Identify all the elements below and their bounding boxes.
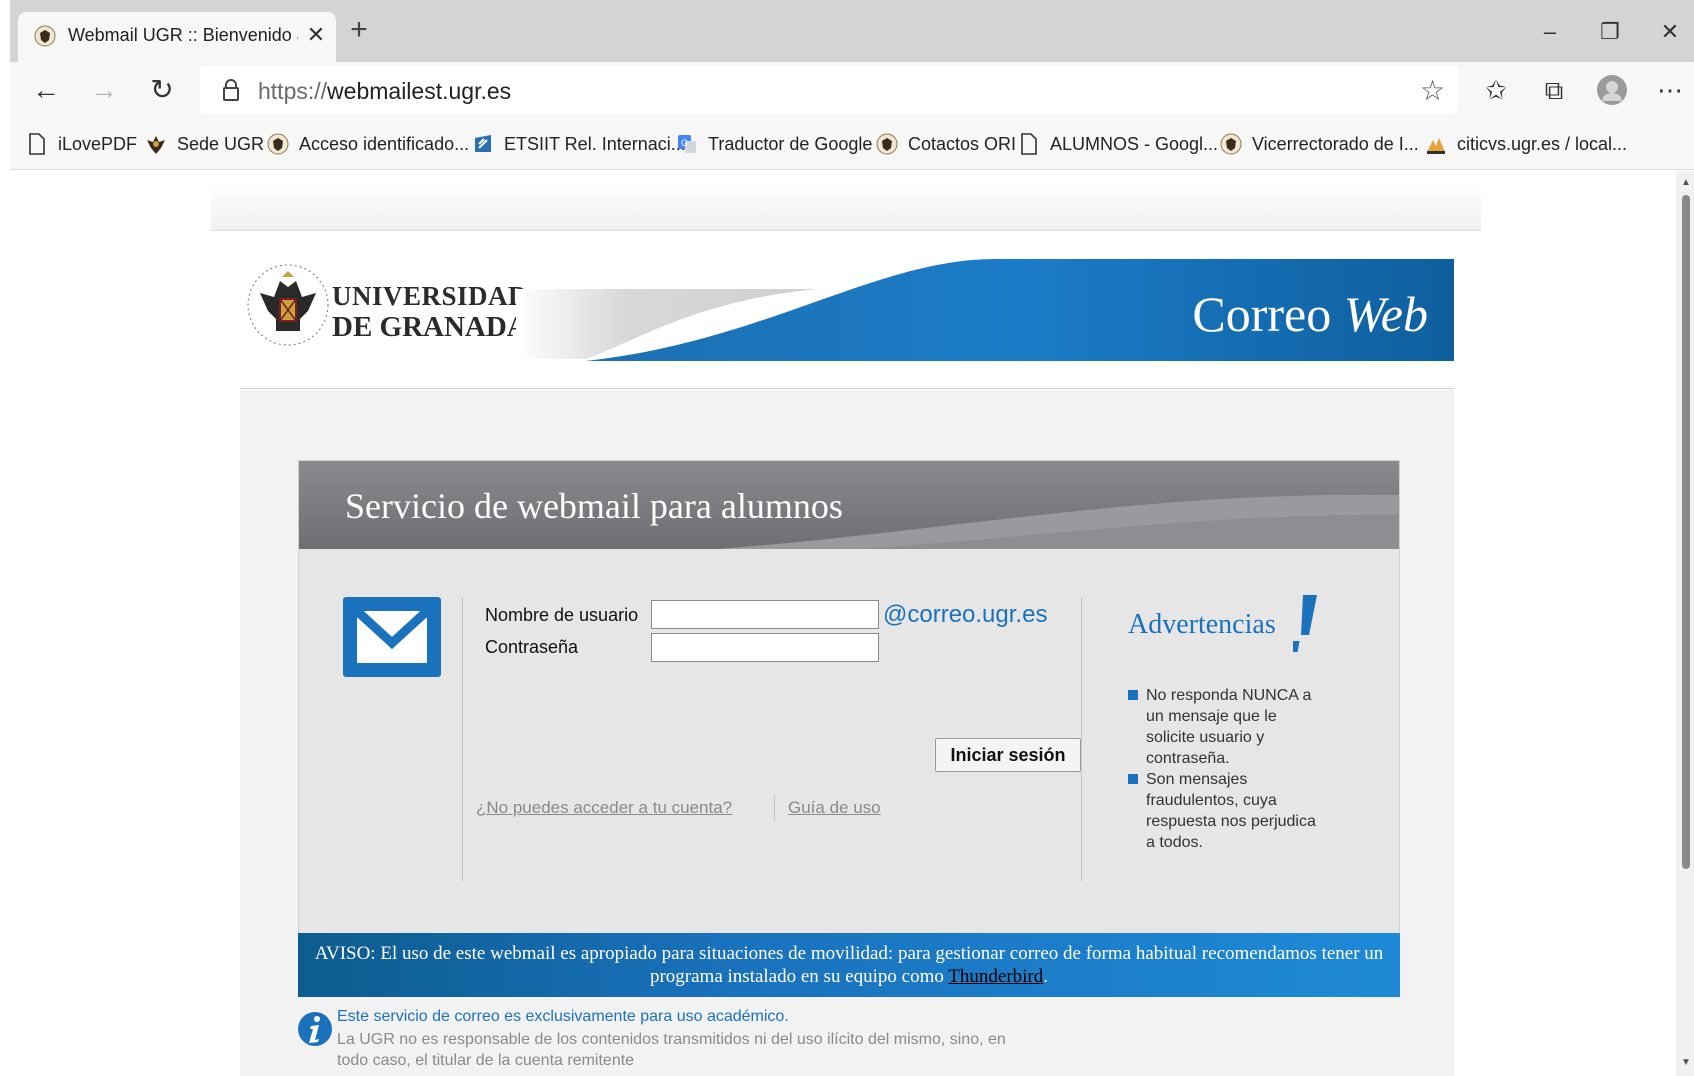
restore-icon[interactable]: ❐ <box>1590 12 1630 52</box>
bookmark-sede-ugr[interactable]: Sede UGR <box>145 129 264 159</box>
page-icon <box>1021 133 1037 155</box>
tab-title: Webmail UGR :: Bienvenido a We <box>68 25 298 45</box>
info-icon <box>298 1012 332 1046</box>
bookmark-acceso-identificado[interactable]: Acceso identificado... <box>267 129 469 159</box>
notice-banner: AVISO: El uso de este webmail es apropia… <box>298 933 1400 997</box>
info-academic-use: Este servicio de correo es exclusivament… <box>337 1008 789 1025</box>
back-icon[interactable]: ← <box>26 70 66 110</box>
link-separator <box>774 795 775 821</box>
user-guide-link[interactable]: Guía de uso <box>788 798 881 818</box>
bookmark-label: Cotactos ORI <box>908 133 1017 154</box>
bookmark-citicvs[interactable]: citicvs.ugr.es / local... <box>1425 129 1627 159</box>
scrollbar-thumb[interactable] <box>1682 195 1690 869</box>
panel-title: Servicio de webmail para alumnos <box>345 486 843 526</box>
username-label: Nombre de usuario <box>485 605 639 625</box>
bookmark-label: Traductor de Google <box>708 133 873 154</box>
svg-text:G: G <box>681 138 688 148</box>
url-scheme: https:// <box>258 78 328 104</box>
eagle-icon <box>147 136 165 154</box>
ugr-crest-logo <box>247 264 329 346</box>
bookmark-alumnos[interactable]: ALUMNOS - Googl... <box>1018 129 1218 159</box>
refresh-icon[interactable]: ↻ <box>142 70 182 110</box>
bookmark-etsiit[interactable]: ETSIIT Rel. Internaci... <box>472 129 686 159</box>
product-title-italic: Web <box>1343 286 1428 342</box>
address-bar[interactable]: https://webmailest.ugr.es ☆ <box>200 66 1458 114</box>
product-title-regular: Correo <box>1192 286 1344 342</box>
browser-tab-active[interactable]: Webmail UGR :: Bienvenido a We ✕ <box>18 12 336 62</box>
forward-icon[interactable]: → <box>84 70 124 110</box>
close-window-icon[interactable]: ✕ <box>1650 12 1690 52</box>
bookmark-label: ALUMNOS - Googl... <box>1050 133 1219 154</box>
scroll-up-icon[interactable]: ▲ <box>1681 177 1691 188</box>
notice-end: . <box>1043 966 1049 987</box>
scroll-down-icon[interactable]: ▼ <box>1681 1057 1691 1068</box>
collections-icon[interactable]: ⧉ <box>1534 70 1574 110</box>
vertical-scrollbar[interactable]: ▲ ▼ <box>1676 171 1694 1076</box>
plus-icon[interactable]: + <box>344 15 374 46</box>
site-header: UNIVERSIDAD DE GRANADA Correo Web <box>240 231 1454 389</box>
notice-text: AVISO: El uso de este webmail es apropia… <box>314 943 1384 987</box>
page-icon <box>29 133 45 155</box>
exclamation-icon <box>1293 595 1317 652</box>
bookmark-label: Sede UGR <box>177 133 265 154</box>
bookmark-cotactos-ori[interactable]: Cotactos ORI <box>876 129 1016 159</box>
bookmark-label: iLovePDF <box>58 133 138 154</box>
university-name-line2: DE GRANADA <box>332 311 528 343</box>
google-translate-icon: G <box>678 135 696 153</box>
info-disclaimer: La UGR no es responsable de los contenid… <box>337 1031 1006 1069</box>
url-text: https://webmailest.ugr.es <box>258 78 511 105</box>
warning-item: Son mensajes fraudulentos, cuya respuest… <box>1128 769 1328 853</box>
thunderbird-link[interactable]: Thunderbird <box>948 966 1043 987</box>
etsiit-icon <box>475 135 491 152</box>
password-input[interactable] <box>651 633 879 662</box>
bookmarks-bar: iLovePDF Sede UGR Acceso identificado...… <box>10 118 1694 170</box>
lock-icon <box>223 79 239 101</box>
divider <box>462 597 463 881</box>
favorite-star-icon[interactable]: ☆ <box>1420 74 1445 107</box>
cannot-access-account-link[interactable]: ¿No puedes acceder a tu cuenta? <box>476 798 732 818</box>
bookmark-vicerrectorado[interactable]: Vicerrectorado de I... <box>1220 129 1419 159</box>
bookmark-label: Vicerrectorado de I... <box>1252 133 1419 154</box>
bookmark-traductor[interactable]: G Traductor de Google <box>676 129 872 159</box>
bookmark-label: citicvs.ugr.es / local... <box>1457 133 1628 154</box>
page-viewport: UNIVERSIDAD DE GRANADA Correo Web Servic… <box>10 171 1682 1076</box>
warnings-list: No responda NUNCA a un mensaje que le so… <box>1128 685 1328 853</box>
university-name-line1: UNIVERSIDAD <box>332 281 529 311</box>
bookmark-label: ETSIIT Rel. Internaci... <box>504 133 686 154</box>
domain-suffix: @correo.ugr.es <box>883 601 1048 628</box>
minimize-icon[interactable]: – <box>1530 12 1570 52</box>
ugr-crest-icon <box>876 133 898 155</box>
url-host: webmailest.ugr.es <box>327 78 512 104</box>
username-input[interactable] <box>651 600 879 629</box>
warnings-title: Advertencias <box>1128 609 1276 640</box>
top-band <box>211 183 1481 231</box>
ugr-crest-icon <box>34 25 56 47</box>
password-label: Contraseña <box>485 637 579 657</box>
profile-avatar-icon[interactable] <box>1592 70 1632 110</box>
ugr-crest-icon <box>1220 133 1242 155</box>
product-title: Correo Web <box>1192 285 1428 343</box>
bookmark-ilovepdf[interactable]: iLovePDF <box>26 129 137 159</box>
login-button[interactable]: Iniciar sesión <box>935 738 1081 772</box>
window-edge <box>0 0 10 1076</box>
favorites-list-icon[interactable]: ✩ <box>1476 70 1516 110</box>
warning-item: No responda NUNCA a un mensaje que le so… <box>1128 685 1328 769</box>
ugr-crest-icon <box>267 133 289 155</box>
envelope-icon <box>343 597 441 677</box>
more-options-icon[interactable]: ⋯ <box>1650 70 1690 110</box>
tab-strip: Webmail UGR :: Bienvenido a We ✕ + – ❐ ✕ <box>0 0 1694 1076</box>
divider <box>1081 597 1082 881</box>
phpmyadmin-icon <box>1427 138 1445 154</box>
browser-toolbar: ← → ↻ https://webmailest.ugr.es ☆ ✩ ⧉ ⋯ <box>10 62 1694 118</box>
login-panel: Servicio de webmail para alumnos Nombre … <box>298 460 1400 934</box>
close-tab-icon[interactable]: ✕ <box>304 23 328 47</box>
bookmark-label: Acceso identificado... <box>299 133 470 154</box>
